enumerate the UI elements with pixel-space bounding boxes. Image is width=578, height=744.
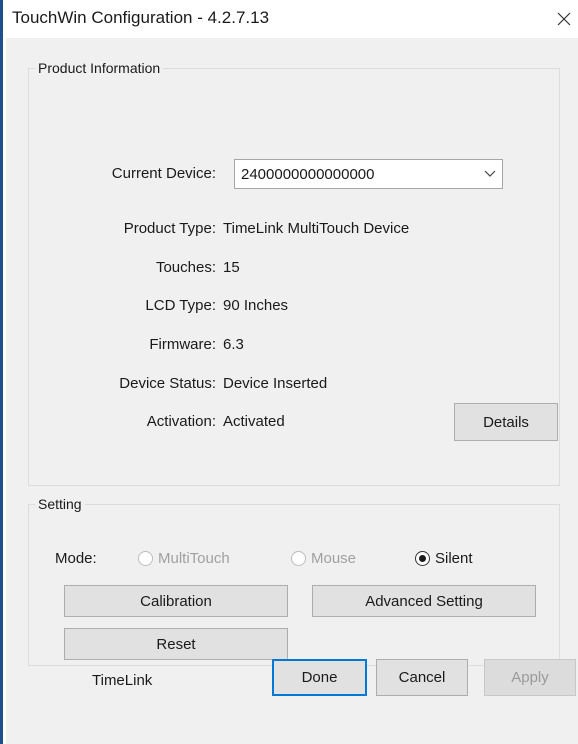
activation-label: Activation: <box>146 413 216 430</box>
brand-label: TimeLink <box>92 672 153 689</box>
close-button[interactable] <box>549 4 578 34</box>
product-information-group: Product Information Current Device: 2400… <box>28 60 560 486</box>
cancel-button[interactable]: Cancel <box>376 659 468 696</box>
product-type-value: TimeLink MultiTouch Device <box>223 220 410 237</box>
device-status-label: Device Status: <box>119 375 216 392</box>
device-status-value: Device Inserted <box>223 375 328 392</box>
activation-value: Activated <box>223 413 285 430</box>
firmware-label: Firmware: <box>149 336 216 353</box>
calibration-button[interactable]: Calibration <box>64 585 288 617</box>
lcd-type-label: LCD Type: <box>145 297 216 314</box>
mode-multitouch-label: MultiTouch <box>158 550 230 567</box>
firmware-value: 6.3 <box>223 336 244 353</box>
window-title: TouchWin Configuration - 4.2.7.13 <box>12 8 270 27</box>
mode-multitouch-radio[interactable]: MultiTouch <box>138 550 230 567</box>
done-button[interactable]: Done <box>272 659 367 696</box>
reset-button[interactable]: Reset <box>64 628 288 660</box>
product-information-legend: Product Information <box>38 60 161 76</box>
dialog-body: Product Information Current Device: 2400… <box>6 38 578 744</box>
mode-label: Mode: <box>55 550 97 567</box>
advanced-setting-button[interactable]: Advanced Setting <box>312 585 536 617</box>
product-type-label: Product Type: <box>123 220 216 237</box>
touches-value: 15 <box>223 259 240 276</box>
details-button[interactable]: Details <box>454 403 558 441</box>
setting-group: Setting Mode: MultiTouch Mouse Silent Ca… <box>28 496 560 666</box>
radio-circle <box>291 551 306 566</box>
setting-legend: Setting <box>38 496 82 512</box>
current-device-value: 2400000000000000 <box>241 165 375 183</box>
touches-label: Touches: <box>155 259 216 276</box>
mode-mouse-label: Mouse <box>311 550 357 567</box>
lcd-type-value: 90 Inches <box>223 297 289 314</box>
mode-silent-radio[interactable]: Silent <box>415 550 473 567</box>
mode-silent-label: Silent <box>435 550 473 567</box>
current-device-label: Current Device: <box>111 165 216 182</box>
config-window: TouchWin Configuration - 4.2.7.13 Produc… <box>0 0 578 744</box>
current-device-select[interactable]: 2400000000000000 <box>234 159 503 189</box>
apply-button[interactable]: Apply <box>484 659 576 696</box>
mode-mouse-radio[interactable]: Mouse <box>291 550 356 567</box>
title-bar[interactable]: TouchWin Configuration - 4.2.7.13 <box>6 0 578 38</box>
radio-circle <box>138 551 153 566</box>
chevron-down-icon <box>478 170 502 178</box>
close-icon <box>557 12 571 26</box>
radio-circle-checked <box>415 551 430 566</box>
